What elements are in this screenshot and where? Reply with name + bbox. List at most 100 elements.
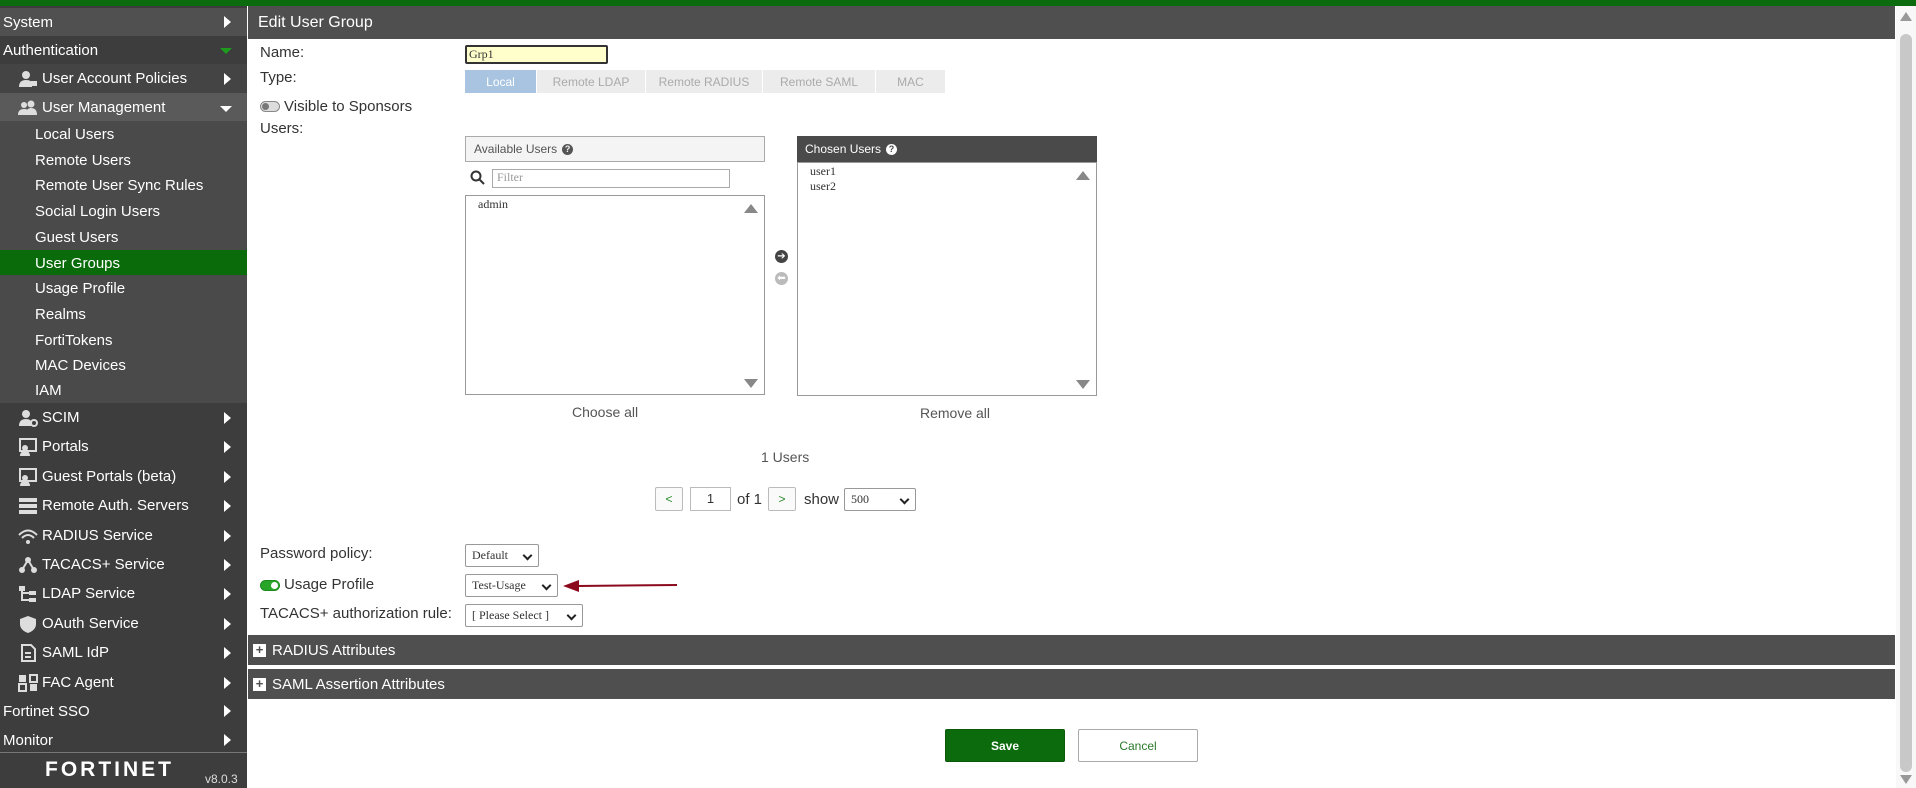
password-policy-value: Default (472, 548, 508, 562)
add-user-arrow-icon[interactable]: ➔ (775, 250, 788, 263)
type-option-remote-radius[interactable]: Remote RADIUS (646, 70, 763, 93)
name-input[interactable]: Grp1 (465, 45, 608, 64)
sidebar-item-social-login-users[interactable]: Social Login Users (0, 198, 247, 224)
nav-fac-agent[interactable]: FAC Agent (0, 668, 247, 697)
chevron-right-icon (224, 558, 231, 571)
type-option-local[interactable]: Local (465, 70, 537, 93)
sidebar-item-iam[interactable]: IAM (0, 377, 247, 403)
prev-page-button[interactable]: < (655, 487, 683, 511)
nav-monitor[interactable]: Monitor (0, 726, 247, 754)
nav-oauth-service[interactable]: OAuth Service (0, 609, 247, 638)
nav-tacacs-service[interactable]: TACACS+ Service (0, 550, 247, 579)
nav-fortinet-sso[interactable]: Fortinet SSO (0, 697, 247, 725)
remove-all-link[interactable]: Remove all (920, 405, 990, 421)
sidebar-item-realms[interactable]: Realms (0, 301, 247, 327)
chevron-right-icon (224, 705, 231, 717)
hierarchy-icon (19, 585, 36, 602)
list-item[interactable]: user1 (798, 164, 1096, 179)
type-option-remote-saml[interactable]: Remote SAML (763, 70, 876, 93)
show-label: show (804, 491, 840, 508)
help-icon[interactable]: ? (562, 143, 574, 155)
nav-portals[interactable]: Portals (0, 432, 247, 461)
radius-attributes-accordion[interactable]: + RADIUS Attributes (248, 635, 1895, 665)
users-label: Users: (260, 120, 304, 137)
choose-all-link[interactable]: Choose all (572, 404, 638, 420)
nav-guest-portals[interactable]: Guest Portals (beta) (0, 462, 247, 491)
usage-profile-toggle[interactable] (260, 580, 280, 591)
nav-ldap-service-label: LDAP Service (42, 585, 136, 602)
sidebar-item-remote-user-sync-rules[interactable]: Remote User Sync Rules (0, 172, 247, 198)
nav-remote-auth-servers[interactable]: Remote Auth. Servers (0, 491, 247, 520)
password-policy-label: Password policy: (260, 545, 373, 562)
nav-scim[interactable]: SCIM (0, 403, 247, 432)
help-icon[interactable]: ? (886, 143, 898, 155)
name-label: Name: (260, 44, 305, 61)
sidebar-item-user-groups[interactable]: User Groups (0, 250, 247, 276)
page-scrollbar[interactable] (1896, 6, 1916, 788)
usage-profile-select[interactable]: Test-Usage (465, 574, 558, 597)
sidebar-item-local-users[interactable]: Local Users (0, 121, 247, 147)
list-item[interactable]: admin (466, 197, 764, 212)
users-count: 1 Users (761, 449, 810, 465)
scroll-up-icon[interactable] (744, 204, 758, 213)
save-button[interactable]: Save (945, 729, 1065, 762)
nav-fac-agent-label: FAC Agent (42, 674, 114, 691)
chosen-users-header: Chosen Users ? (797, 136, 1097, 162)
network-icon (19, 556, 37, 573)
sidebar-item-usage-profile[interactable]: Usage Profile (0, 275, 247, 301)
sidebar-item-label: User Groups (35, 254, 121, 272)
nav-radius-service[interactable]: RADIUS Service (0, 521, 247, 550)
available-users-list[interactable]: admin (465, 195, 765, 395)
visible-to-sponsors-toggle[interactable] (260, 101, 280, 112)
filter-input[interactable]: Filter (492, 169, 730, 188)
nav-ldap-service[interactable]: LDAP Service (0, 579, 247, 608)
next-page-button[interactable]: > (768, 487, 796, 511)
nav-user-account-policies[interactable]: User Account Policies (0, 64, 247, 93)
nav-authentication[interactable]: Authentication (0, 36, 247, 64)
tacacs-rule-select[interactable]: [ Please Select ] (465, 604, 583, 627)
remove-user-arrow-icon[interactable]: ⬅ (775, 272, 788, 285)
sidebar-item-label: IAM (35, 381, 62, 399)
brand-text: FORTINET (45, 758, 174, 780)
nav-saml-idp[interactable]: SAML IdP (0, 638, 247, 667)
list-item[interactable]: user2 (798, 179, 1096, 194)
page-size-select[interactable]: 500 (844, 488, 916, 511)
nav-tacacs-service-label: TACACS+ Service (42, 556, 165, 573)
sidebar-item-label: Guest Users (35, 228, 119, 246)
users-icon (18, 100, 37, 115)
scroll-down-icon[interactable] (744, 379, 758, 388)
chevron-right-icon (224, 16, 231, 28)
nav-user-management[interactable]: User Management (0, 93, 247, 122)
nav-saml-idp-label: SAML IdP (42, 644, 109, 661)
chevron-right-icon (224, 646, 231, 659)
cancel-button[interactable]: Cancel (1078, 729, 1198, 762)
document-icon (21, 643, 36, 662)
nav-system-label: System (3, 13, 54, 31)
wifi-icon (18, 529, 38, 544)
sidebar-divider (0, 752, 247, 753)
tacacs-rule-value: [ Please Select ] (472, 608, 549, 622)
sidebar-item-guest-users[interactable]: Guest Users (0, 224, 247, 250)
scroll-up-icon[interactable] (1076, 171, 1090, 180)
nav-system[interactable]: System (0, 8, 247, 36)
sidebar-item-mac-devices[interactable]: MAC Devices (0, 352, 247, 378)
type-option-remote-ldap[interactable]: Remote LDAP (537, 70, 646, 93)
guest-portal-icon (19, 467, 37, 486)
scroll-down-icon[interactable] (1076, 380, 1090, 389)
saml-assertion-attributes-accordion[interactable]: + SAML Assertion Attributes (248, 669, 1895, 699)
sidebar-item-remote-users[interactable]: Remote Users (0, 147, 247, 173)
page-number-input[interactable]: 1 (690, 487, 731, 511)
scroll-up-icon[interactable] (1900, 12, 1912, 21)
type-option-mac[interactable]: MAC (876, 70, 946, 93)
scrollbar-thumb[interactable] (1900, 34, 1912, 772)
chosen-users-list[interactable]: user1 user2 (797, 162, 1097, 396)
usage-profile-label: Usage Profile (284, 576, 375, 593)
type-label: Type: (260, 69, 297, 86)
sidebar-item-fortitokens[interactable]: FortiTokens (0, 327, 247, 353)
nav-fortinet-sso-label: Fortinet SSO (3, 702, 90, 720)
scroll-down-icon[interactable] (1900, 775, 1912, 784)
page-total: of 1 (737, 491, 763, 508)
chevron-right-icon (224, 72, 231, 85)
password-policy-select[interactable]: Default (465, 544, 539, 567)
chevron-down-icon (522, 550, 533, 561)
